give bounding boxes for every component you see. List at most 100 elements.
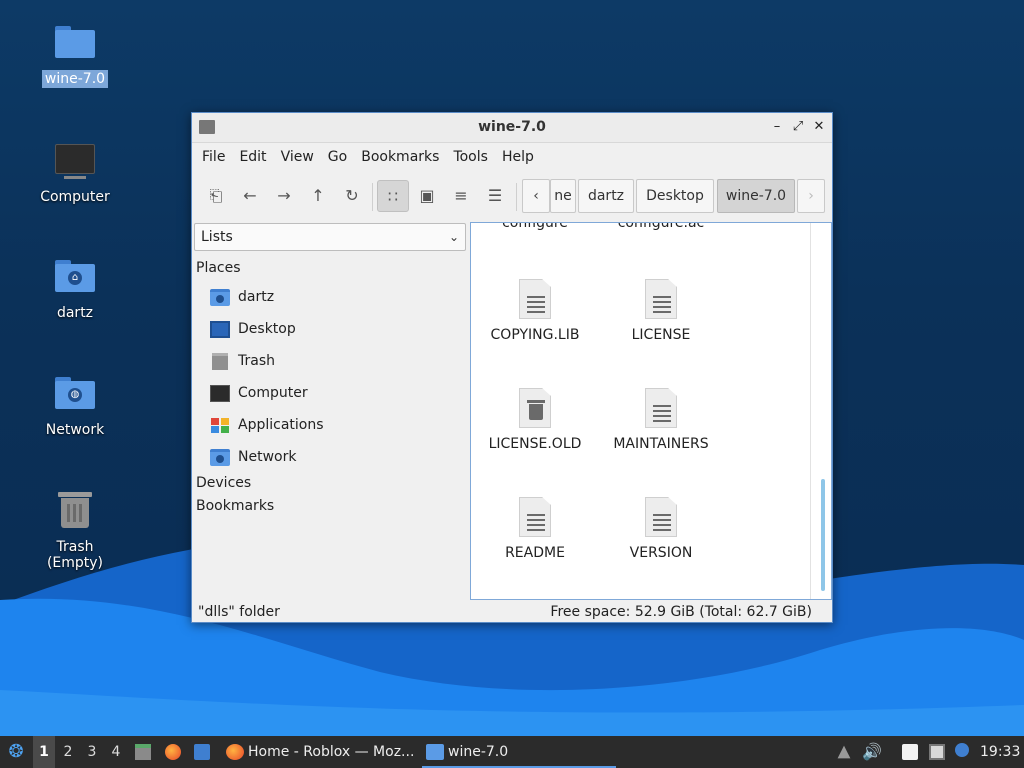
detailed-list-icon[interactable]: ☰: [479, 180, 511, 212]
text-file-icon: [519, 497, 551, 537]
file-version[interactable]: VERSION: [601, 497, 721, 561]
file-label: README: [505, 545, 565, 561]
desktop-icon-dartz[interactable]: ⌂ dartz: [25, 256, 125, 322]
status-free-space: Free space: 52.9 GiB (Total: 62.7 GiB): [550, 604, 812, 620]
computer-icon: [53, 140, 97, 184]
scrollbar-thumb[interactable]: [821, 479, 825, 591]
file-maintainers[interactable]: MAINTAINERS: [601, 388, 721, 452]
menu-go[interactable]: Go: [321, 149, 354, 165]
trash-icon: [212, 353, 228, 370]
close-button[interactable]: ✕: [810, 118, 828, 136]
place-dartz[interactable]: dartz: [208, 283, 458, 311]
side-pane-mode-select[interactable]: Lists ⌄: [194, 223, 466, 251]
file-manager-window[interactable]: wine-7.0 – ⤢ ✕ File Edit View Go Bookmar…: [191, 112, 833, 623]
text-file-icon: [519, 279, 551, 319]
file-configure-label[interactable]: configure: [475, 223, 595, 231]
window-title: wine-7.0: [478, 119, 546, 135]
breadcrumb-dartz[interactable]: dartz: [578, 179, 634, 213]
terminal-launcher-icon[interactable]: [194, 744, 210, 760]
workspace-3[interactable]: 3: [81, 736, 103, 768]
back-icon[interactable]: ←: [234, 180, 266, 212]
file-label: LICENSE: [631, 327, 691, 343]
text-file-icon: [645, 497, 677, 537]
network-status-icon[interactable]: [929, 744, 945, 760]
desktop-icon-wine[interactable]: wine-7.0: [25, 22, 125, 88]
breadcrumb-desktop[interactable]: Desktop: [636, 179, 714, 213]
side-pane-mode-value: Lists: [201, 229, 233, 245]
start-menu-icon[interactable]: ❂: [4, 736, 28, 768]
chevron-down-icon: ⌄: [448, 230, 459, 244]
file-view[interactable]: configure configure.ac COPYING.LIB LICEN…: [470, 222, 832, 600]
place-applications[interactable]: Applications: [208, 411, 458, 439]
place-label: Trash: [238, 353, 275, 369]
up-icon[interactable]: ↑: [302, 180, 334, 212]
status-selection: "dlls" folder: [198, 604, 280, 620]
place-label: Desktop: [238, 321, 296, 337]
breadcrumb-scroll-right[interactable]: ›: [797, 179, 825, 213]
tray-expand-icon[interactable]: [837, 745, 851, 759]
desktop-icon: [210, 321, 230, 338]
menu-view[interactable]: View: [274, 149, 321, 165]
menu-file[interactable]: File: [195, 149, 232, 165]
backup-file-icon: [519, 388, 551, 428]
desktop-icon-label: Network: [45, 422, 105, 438]
file-cabinet-launcher-icon[interactable]: [135, 744, 151, 760]
breadcrumb-scroll-left[interactable]: ‹: [522, 179, 550, 213]
file-copying-lib[interactable]: COPYING.LIB: [475, 279, 595, 343]
workspace-4[interactable]: 4: [105, 736, 127, 768]
file-license[interactable]: LICENSE: [601, 279, 721, 343]
file-configure-ac-label[interactable]: configure.ac: [601, 223, 721, 231]
breadcrumb-home[interactable]: ne: [550, 179, 576, 213]
new-tab-icon[interactable]: ⎗: [200, 180, 232, 212]
breadcrumb-wine[interactable]: wine-7.0: [717, 179, 795, 213]
update-notifier-icon[interactable]: [955, 743, 969, 757]
place-trash[interactable]: Trash: [208, 347, 458, 375]
file-license-old[interactable]: LICENSE.OLD: [475, 388, 595, 452]
text-file-icon: [645, 388, 677, 428]
workspace-2[interactable]: 2: [57, 736, 79, 768]
section-places: Places: [196, 260, 241, 276]
firefox-launcher-icon[interactable]: [165, 744, 181, 760]
section-bookmarks[interactable]: Bookmarks: [196, 498, 274, 514]
thumbnail-view-icon[interactable]: ▣: [411, 180, 443, 212]
menu-bookmarks[interactable]: Bookmarks: [354, 149, 446, 165]
desktop-icon-network[interactable]: ◍ Network: [25, 373, 125, 439]
icon-view-icon[interactable]: ∷: [377, 180, 409, 212]
folder-icon: [426, 744, 444, 760]
desktop-icon-computer[interactable]: Computer: [25, 140, 125, 206]
place-computer[interactable]: Computer: [208, 379, 458, 407]
place-label: Computer: [238, 385, 308, 401]
place-label: dartz: [238, 289, 275, 305]
desktop-icon-label: Trash (Empty): [46, 539, 104, 571]
volume-icon[interactable]: 🔊: [862, 736, 882, 768]
section-devices[interactable]: Devices: [196, 475, 251, 491]
reload-icon[interactable]: ↻: [336, 180, 368, 212]
place-label: Network: [238, 449, 297, 465]
task-label: wine-7.0: [448, 744, 509, 760]
firefox-icon: [226, 744, 244, 760]
menu-help[interactable]: Help: [495, 149, 541, 165]
network-folder-icon: ◍: [53, 373, 97, 417]
menu-edit[interactable]: Edit: [232, 149, 273, 165]
file-label: MAINTAINERS: [613, 436, 709, 452]
text-file-icon: [645, 279, 677, 319]
menu-tools[interactable]: Tools: [446, 149, 495, 165]
workspace-1[interactable]: 1: [33, 736, 55, 768]
task-wine-folder[interactable]: wine-7.0: [422, 736, 616, 768]
desktop-icon-trash[interactable]: Trash (Empty): [25, 490, 125, 572]
network-folder-icon: [210, 449, 230, 466]
scrollbar-track: [810, 223, 811, 599]
clock[interactable]: 19:33: [980, 736, 1020, 768]
file-readme[interactable]: README: [475, 497, 595, 561]
task-firefox[interactable]: Home - Roblox — Moz...: [222, 736, 418, 768]
compact-view-icon[interactable]: ≡: [445, 180, 477, 212]
place-network[interactable]: Network: [208, 443, 458, 471]
place-label: Applications: [238, 417, 324, 433]
minimize-button[interactable]: –: [768, 118, 786, 136]
clipboard-icon[interactable]: [902, 744, 918, 760]
title-bar[interactable]: wine-7.0 – ⤢ ✕: [192, 113, 832, 143]
forward-icon[interactable]: →: [268, 180, 300, 212]
maximize-button[interactable]: ⤢: [789, 118, 807, 136]
file-label: LICENSE.OLD: [488, 436, 582, 452]
place-desktop[interactable]: Desktop: [208, 315, 458, 343]
